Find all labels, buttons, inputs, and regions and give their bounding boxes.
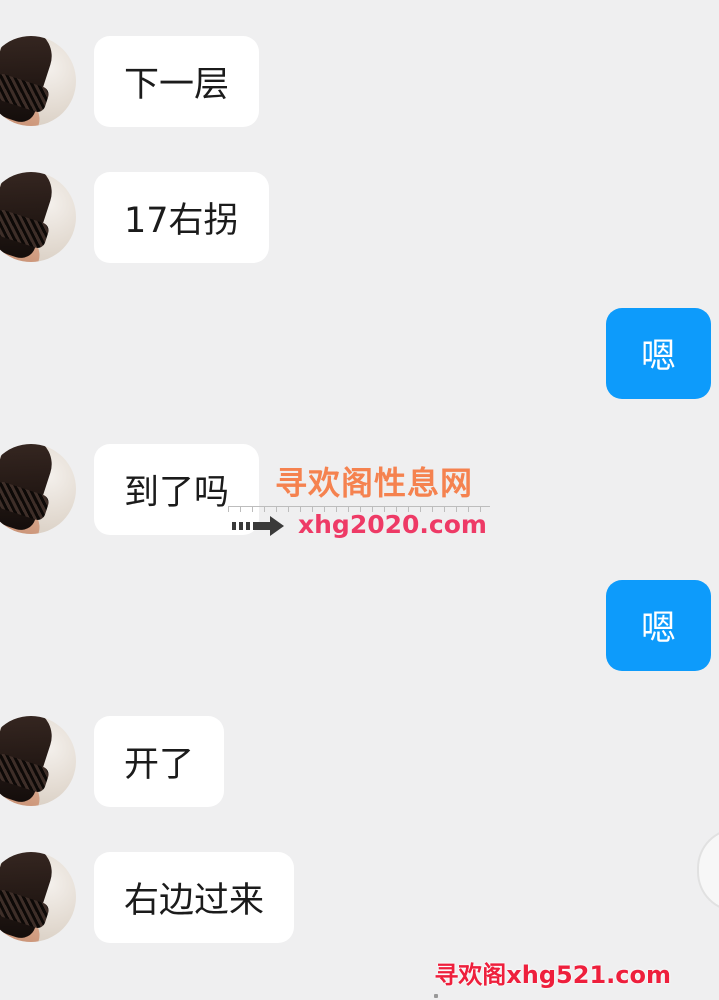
message-bubble-incoming[interactable]: 右边过来 [94,852,295,943]
message-text: 右边过来 [124,881,265,921]
watermark-title: 寻欢阁性息网 [275,464,474,502]
watermark-bottom: 寻欢阁xhg521.com [434,961,671,989]
message-text: 嗯 [640,609,676,649]
contact-avatar[interactable] [0,852,76,942]
message-text: 下一层 [124,65,230,105]
message-bubble-incoming[interactable]: 17右拐 [94,172,269,263]
arrow-right-icon [232,516,284,536]
message-text: 17右拐 [124,201,239,241]
message-bubble-outgoing[interactable]: 嗯 [606,580,711,671]
watermark-url: xhg2020.com [298,510,487,539]
home-indicator [434,994,438,998]
message-text: 到了吗 [124,473,230,513]
contact-avatar[interactable] [0,444,76,534]
contact-avatar[interactable] [0,172,76,262]
contact-avatar[interactable] [0,36,76,126]
contact-avatar[interactable] [0,716,76,806]
floating-assist-button[interactable] [697,828,719,912]
message-text: 嗯 [640,337,676,377]
message-bubble-incoming[interactable]: 开了 [94,716,225,807]
message-bubble-outgoing[interactable]: 嗯 [606,308,711,399]
message-text: 开了 [124,745,195,785]
message-bubble-incoming[interactable]: 下一层 [94,36,260,127]
